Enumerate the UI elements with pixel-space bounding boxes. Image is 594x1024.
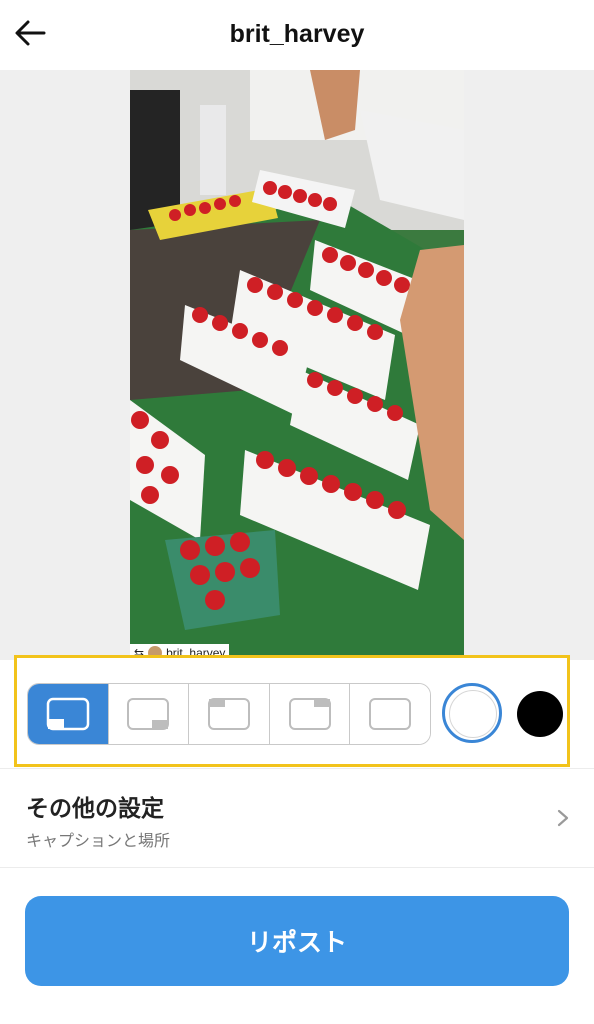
color-option-black[interactable] bbox=[517, 691, 563, 737]
layout-top-right-icon bbox=[288, 698, 331, 730]
color-option-white[interactable] bbox=[442, 683, 502, 743]
post-preview-area: ⇆ brit_harvey bbox=[0, 70, 594, 662]
layout-option-bottom-left[interactable] bbox=[28, 684, 109, 744]
layout-option-bottom-right[interactable] bbox=[108, 684, 190, 744]
repost-button[interactable]: リポスト bbox=[25, 896, 569, 986]
more-settings-subtitle: キャプションと場所 bbox=[26, 833, 171, 850]
post-photo bbox=[130, 70, 464, 660]
layout-none-icon bbox=[369, 698, 412, 730]
sticker-style-selector bbox=[14, 655, 570, 767]
layout-option-top-right[interactable] bbox=[269, 684, 351, 744]
layout-option-top-left[interactable] bbox=[189, 684, 270, 744]
top-bar: brit_harvey bbox=[0, 0, 594, 70]
page-title: brit_harvey bbox=[229, 20, 365, 48]
layout-bottom-left-icon bbox=[46, 697, 90, 731]
layout-bottom-right-icon bbox=[127, 698, 170, 730]
more-settings-title: その他の設定 bbox=[26, 795, 164, 821]
layout-top-left-icon bbox=[207, 698, 250, 730]
chevron-right-icon bbox=[557, 809, 569, 827]
layout-options bbox=[27, 683, 431, 745]
layout-option-none[interactable] bbox=[350, 684, 430, 744]
more-settings-row[interactable]: その他の設定 キャプションと場所 bbox=[0, 768, 594, 868]
